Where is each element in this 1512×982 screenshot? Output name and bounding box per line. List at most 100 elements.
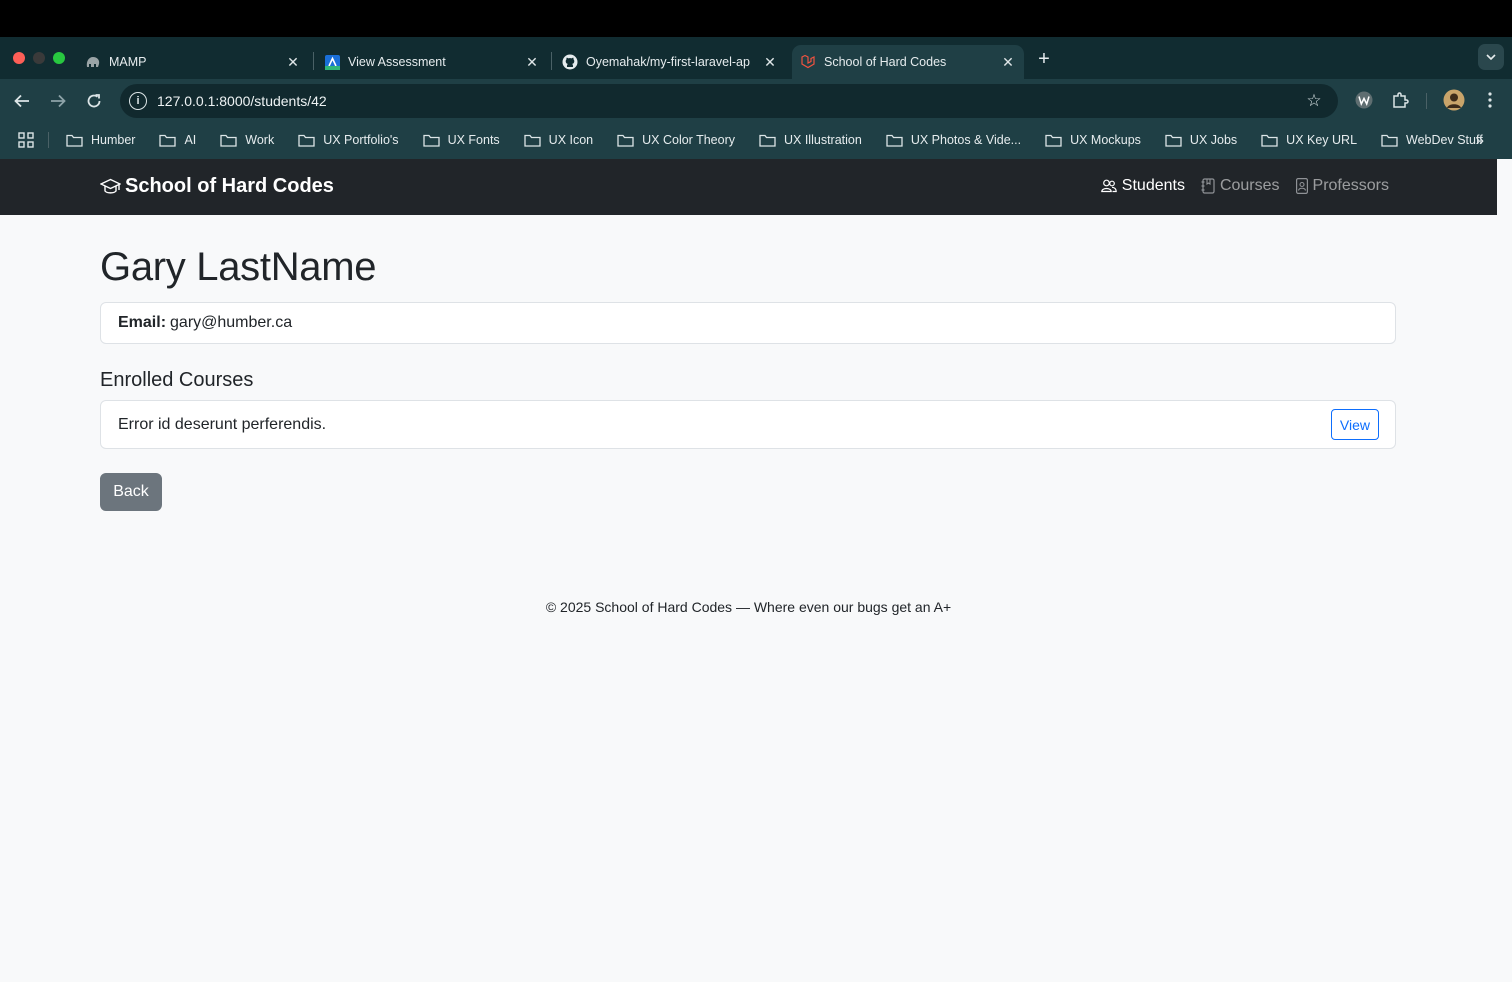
enrolled-courses-heading: Enrolled Courses [100,369,254,391]
bookmark-label: UX Illustration [784,133,862,147]
reload-button[interactable] [81,88,107,114]
close-icon[interactable]: ✕ [1000,54,1016,70]
bookmark-folder[interactable]: UX Illustration [753,133,862,147]
page-title: Gary LastName [100,245,377,289]
star-icon[interactable]: ☆ [1304,91,1324,111]
nav-link-label: Courses [1219,177,1280,194]
site-brand-link[interactable]: School of Hard Codes [100,175,334,198]
bookmark-folder[interactable]: UX Key URL [1255,133,1357,147]
bookmark-folder[interactable]: UX Color Theory [611,133,735,147]
page-footer: © 2025 School of Hard Codes — Where even… [545,599,952,615]
chevron-double-right-icon[interactable]: » [1476,132,1484,149]
folder-icon [1165,134,1182,147]
close-icon[interactable]: ✕ [524,54,540,70]
bookmark-folder[interactable]: UX Photos & Vide... [880,133,1021,147]
bookmark-folder[interactable]: WebDev Stuff [1375,133,1483,147]
bookmark-folder[interactable]: UX Portfolio's [292,133,399,147]
bookmark-folder[interactable]: Humber [60,133,135,147]
tab-title: Oyemahak/my-first-laravel-ap [586,55,750,69]
graduation-cap-icon [100,178,121,194]
view-course-button[interactable]: View [1330,409,1379,440]
app-icon [324,54,340,70]
bookmark-folder[interactable]: UX Mockups [1039,133,1141,147]
bookmark-folder[interactable]: UX Jobs [1159,133,1237,147]
tab-divider [551,52,552,70]
arrow-right-icon [51,94,66,108]
nav-link-label: Professors [1312,177,1389,194]
close-icon[interactable]: ✕ [285,54,301,70]
tab-mamp[interactable]: MAMP ✕ [77,45,309,79]
nav-link-students[interactable]: Students [1100,177,1185,195]
profile-avatar[interactable] [1442,88,1466,112]
back-nav-button[interactable] [9,88,35,114]
brand-name: School of Hard Codes [125,175,334,197]
email-card: Email: gary@humber.ca [100,302,1396,344]
bookmark-label: UX Jobs [1189,133,1238,147]
tab-title: MAMP [109,55,147,69]
tab-school-of-hard-codes[interactable]: School of Hard Codes ✕ [792,45,1024,79]
bookmark-label: UX Photos & Vide... [910,133,1022,147]
bookmark-label: UX Portfolio's [323,133,399,147]
person-badge-icon [1295,178,1308,194]
bookmark-folder[interactable]: Work [214,133,274,147]
folder-icon [220,134,237,147]
close-window-button[interactable] [13,52,25,64]
bookmark-folder[interactable]: UX Fonts [417,133,500,147]
close-icon[interactable]: ✕ [762,54,778,70]
bookmark-list: Humber AI Work UX Portfolio's UX Fonts UX Ico… [60,121,1501,159]
bookmark-label: UX Fonts [447,133,500,147]
folder-icon [1045,134,1062,147]
course-name: Error id deserunt perferendis. [118,415,327,433]
minimize-window-button[interactable] [33,52,45,64]
folder-icon [1261,134,1278,147]
forward-nav-button[interactable] [45,88,71,114]
scrollbar[interactable] [1497,159,1512,982]
toolbar-divider [1426,93,1427,109]
apps-grid-icon[interactable] [18,132,34,148]
reload-icon [87,94,101,108]
bookmark-folder[interactable]: AI [153,133,196,147]
tab-view-assessment[interactable]: View Assessment ✕ [316,45,548,79]
tab-github[interactable]: Oyemahak/my-first-laravel-ap ✕ [554,45,786,79]
back-button[interactable]: Back [100,473,162,511]
extension-w-icon[interactable] [1352,88,1376,112]
journal-icon [1201,178,1215,194]
nav-link-courses[interactable]: Courses [1201,177,1280,195]
bookmark-label: WebDev Stuff [1406,133,1483,147]
bookmark-label: UX Mockups [1070,133,1141,147]
folder-icon [298,134,315,147]
github-icon [562,54,578,70]
nav-link-label: Students [1121,177,1185,194]
site-navbar: School of Hard Codes Students Courses Pr… [0,159,1497,215]
folder-icon [886,134,903,147]
browser-window: MAMP ✕ View Assessment ✕ Oyemahak/my-fir… [0,37,1512,982]
info-icon[interactable]: i [129,92,147,110]
window-controls [13,52,65,64]
tab-search-button[interactable] [1478,44,1504,70]
bookmark-folder[interactable]: UX Icon [518,133,593,147]
bookmarks-bar: Humber AI Work UX Portfolio's UX Fonts UX Ico… [0,121,1512,159]
chevron-down-icon [1486,54,1496,60]
browser-toolbar: i 127.0.0.1:8000/students/42 ☆ [0,79,1512,121]
site-nav-links: Students Courses Professors [1085,177,1389,195]
folder-icon [759,134,776,147]
bookmark-label: Work [245,133,275,147]
extensions-puzzle-icon[interactable] [1388,88,1412,112]
maximize-window-button[interactable] [53,52,65,64]
email-value: gary@humber.ca [170,314,293,331]
folder-icon [159,134,177,147]
tab-divider [313,52,314,70]
folder-icon [422,134,440,147]
more-menu-icon[interactable] [1478,88,1502,112]
new-tab-button[interactable]: + [1032,47,1056,71]
bookmarks-divider [48,132,49,148]
tab-title: View Assessment [348,55,446,69]
bookmark-label: UX Key URL [1286,133,1358,147]
bookmark-label: UX Icon [548,133,594,147]
tab-title: School of Hard Codes [824,55,947,69]
address-bar[interactable]: i 127.0.0.1:8000/students/42 ☆ [120,84,1338,118]
url-text[interactable]: 127.0.0.1:8000/students/42 [157,93,1304,109]
bookmark-label: AI [184,133,197,147]
nav-link-professors[interactable]: Professors [1295,177,1389,195]
list-item: Error id deserunt perferendis. View [100,400,1396,449]
